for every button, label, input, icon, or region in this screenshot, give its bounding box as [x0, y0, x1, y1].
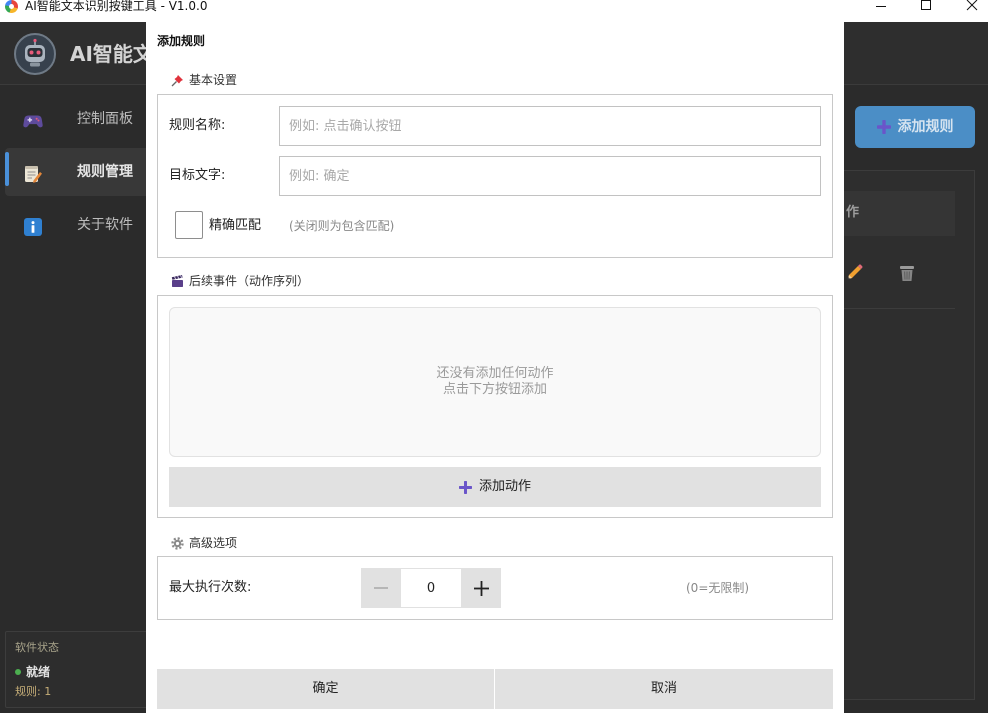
decrement-button[interactable]	[361, 568, 401, 608]
sidebar-item-rule-management[interactable]: 规则管理	[5, 148, 155, 196]
rule-count: 规则: 1	[15, 685, 52, 698]
section-follow-up-actions: 后续事件（动作序列）	[171, 273, 309, 289]
max-runs-stepper	[361, 568, 501, 608]
target-text-label: 目标文字:	[169, 168, 226, 183]
sidebar-item-label: 控制面板	[77, 111, 133, 127]
add-rule-label: 添加规则	[897, 119, 954, 135]
selected-indicator	[5, 152, 9, 186]
plus-icon	[473, 580, 489, 596]
section-heading: 基本设置	[189, 73, 238, 87]
maximize-icon[interactable]	[920, 0, 932, 12]
max-runs-input[interactable]	[401, 568, 461, 608]
advanced-options-group: 最大执行次数: (0=无限制)	[157, 556, 833, 620]
clapper-board-icon	[171, 275, 183, 287]
window-title-bar[interactable]: AI智能文本识别按键工具 - V1.0.0	[0, 0, 988, 22]
app-icon	[5, 0, 18, 13]
sidebar-item-label: 规则管理	[77, 164, 133, 180]
add-action-label: 添加动作	[478, 479, 531, 494]
sidebar-item-about[interactable]: 关于软件	[5, 201, 155, 249]
empty-hint: 点击下方按钮添加	[442, 382, 547, 397]
rule-name-label: 规则名称:	[169, 118, 226, 133]
add-rule-button[interactable]: 添加规则	[855, 106, 975, 148]
action-list-empty: 还没有添加任何动作 点击下方按钮添加	[169, 307, 821, 457]
robot-logo-icon	[14, 33, 56, 75]
window-title: AI智能文本识别按键工具 - V1.0.0	[25, 0, 208, 13]
trash-icon[interactable]	[899, 265, 915, 282]
ok-button[interactable]: 确定	[157, 669, 494, 709]
max-runs-hint: (0=无限制)	[686, 581, 750, 595]
minus-icon	[374, 587, 388, 589]
plus-icon	[876, 120, 891, 134]
cancel-button[interactable]: 取消	[495, 669, 833, 709]
section-heading: 高级选项	[189, 536, 238, 550]
software-status-panel: 软件状态 就绪 规则: 1	[5, 631, 155, 708]
basic-settings-group: 规则名称: 目标文字: 精确匹配 (关闭则为包含匹配)	[157, 94, 833, 258]
rule-name-input[interactable]	[279, 106, 821, 146]
gear-icon	[171, 536, 184, 550]
add-rule-dialog: 添加规则 基本设置 规则名称: 目标文字: 精确匹配 (关闭则为包含匹配) 后续…	[146, 22, 844, 713]
section-heading: 后续事件（动作序列）	[189, 274, 310, 288]
status-heading: 软件状态	[15, 641, 59, 654]
info-icon	[23, 217, 43, 237]
dialog-title: 添加规则	[157, 34, 206, 48]
plus-icon	[458, 480, 472, 494]
exact-match-label[interactable]: 精确匹配	[209, 218, 261, 234]
exact-match-hint: (关闭则为包含匹配)	[289, 219, 395, 233]
sidebar-item-dashboard[interactable]: 控制面板	[5, 95, 155, 143]
exact-match-checkbox[interactable]	[175, 211, 203, 239]
close-icon[interactable]	[966, 0, 978, 12]
max-runs-label: 最大执行次数:	[169, 580, 252, 595]
section-advanced-options: 高级选项	[171, 535, 237, 551]
increment-button[interactable]	[461, 568, 501, 608]
column-header-actions: 作	[846, 205, 860, 220]
pushpin-icon	[171, 74, 183, 86]
section-basic-settings: 基本设置	[171, 72, 237, 88]
status-dot-icon	[15, 669, 21, 675]
status-state: 就绪	[26, 665, 51, 679]
sidebar-item-label: 关于软件	[77, 217, 133, 233]
empty-message: 还没有添加任何动作	[436, 366, 554, 381]
pencil-icon[interactable]	[845, 264, 863, 282]
gamepad-icon	[23, 111, 43, 131]
memo-icon	[23, 164, 43, 184]
add-action-button[interactable]: 添加动作	[169, 467, 821, 507]
actions-group: 还没有添加任何动作 点击下方按钮添加 添加动作	[157, 295, 833, 518]
target-text-input[interactable]	[279, 156, 821, 196]
minimize-icon[interactable]	[875, 0, 887, 12]
app-title: AI智能文	[70, 42, 153, 66]
